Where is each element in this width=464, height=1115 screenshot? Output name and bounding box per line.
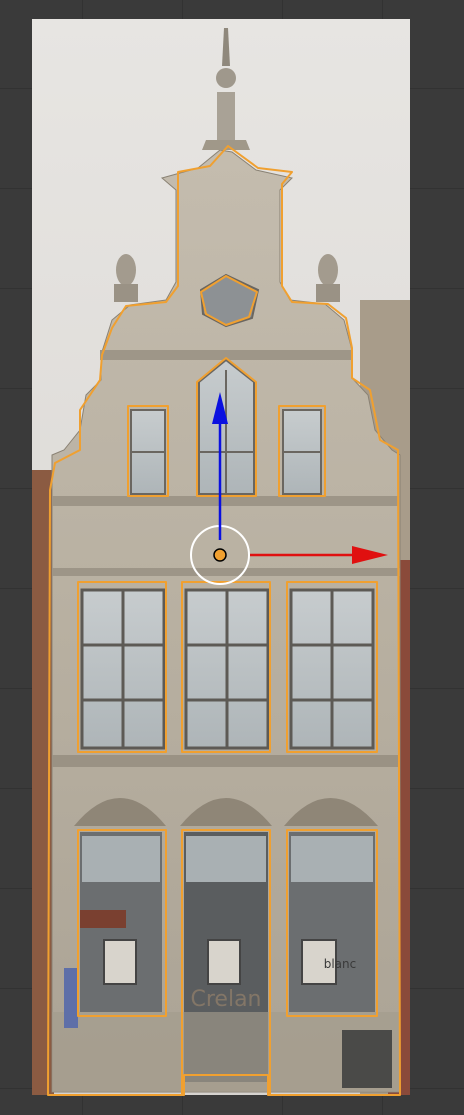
photo-shop-sign <box>80 910 126 928</box>
right-finial-base <box>316 284 340 302</box>
photo-utility-box <box>342 1030 392 1088</box>
viewport-3d[interactable]: Crelan blanc <box>0 0 464 1115</box>
cornice-2 <box>52 568 400 576</box>
left-finial-base <box>114 284 138 302</box>
photo-poster-left <box>103 939 137 985</box>
right-finial <box>318 254 338 286</box>
cornice-1 <box>52 496 400 506</box>
photo-middle-windows <box>80 588 375 750</box>
storefront-lettering: Crelan <box>191 987 262 1012</box>
photo-street-sign <box>64 968 78 1028</box>
left-finial <box>116 254 136 286</box>
spire-base <box>217 92 235 142</box>
scene-svg: Crelan blanc <box>32 19 410 1096</box>
object-origin-icon[interactable] <box>213 548 227 562</box>
photo-poster-center <box>207 939 241 985</box>
cornice-3 <box>52 755 400 767</box>
side-sign-lettering: blanc <box>324 957 357 971</box>
spire-finial <box>216 68 236 88</box>
